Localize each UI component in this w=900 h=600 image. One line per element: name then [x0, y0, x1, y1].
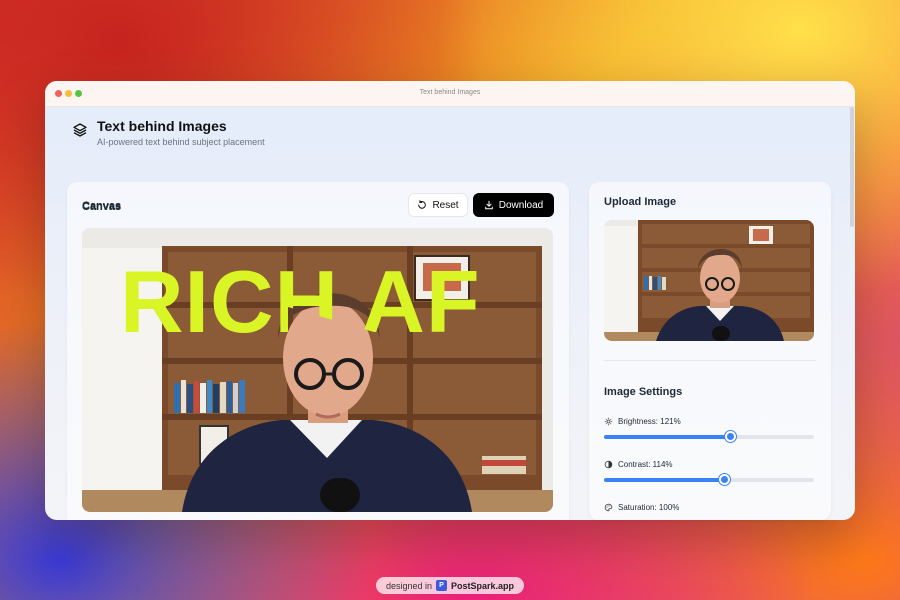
brightness-setting: Brightness: 121%: [604, 417, 681, 426]
download-button-label: Download: [498, 199, 544, 211]
reset-button-label: Reset: [432, 199, 459, 211]
upload-thumbnail: [604, 220, 814, 341]
contrast-slider[interactable]: [604, 474, 814, 485]
window-titlebar: Text behind Images: [45, 81, 855, 107]
upload-title: Upload Image: [604, 196, 677, 208]
contrast-label: Contrast: 114%: [618, 460, 673, 469]
window-title: Text behind Images: [419, 89, 481, 96]
badge-prefix: designed in: [385, 580, 432, 591]
contrast-setting: Contrast: 114%: [604, 460, 673, 469]
brightness-slider[interactable]: [604, 431, 814, 442]
download-button[interactable]: Download: [473, 193, 554, 217]
reset-button[interactable]: Reset: [408, 193, 468, 217]
palette-icon: [604, 503, 613, 512]
canvas-image[interactable]: RICH AF: [82, 228, 553, 512]
brightness-slider-thumb[interactable]: [725, 431, 736, 442]
reset-icon: [418, 200, 427, 209]
contrast-icon: [604, 460, 613, 469]
canvas-heading: Canvas: [82, 200, 122, 212]
contrast-slider-fill: [604, 478, 724, 482]
badge-brand: PostSpark.app: [451, 580, 515, 591]
layers-icon: [73, 123, 87, 137]
page-title: Text behind Images: [97, 118, 227, 134]
page-subtitle: AI-powered text behind subject placement: [97, 137, 265, 147]
settings-title: Image Settings: [604, 386, 683, 398]
postspark-logo-icon: P: [436, 580, 447, 591]
sidebar-divider: [604, 360, 816, 361]
brightness-slider-fill: [604, 435, 730, 439]
saturation-setting: Saturation: 100%: [604, 503, 679, 512]
sun-icon: [604, 417, 613, 426]
brightness-label: Brightness: 121%: [618, 417, 681, 426]
contrast-slider-thumb[interactable]: [718, 474, 730, 485]
saturation-label: Saturation: 100%: [618, 503, 680, 512]
scrollbar[interactable]: [850, 107, 854, 227]
upload-dropzone[interactable]: [604, 220, 814, 341]
download-icon: [484, 200, 493, 210]
postspark-badge[interactable]: designed in P PostSpark.app: [376, 577, 524, 594]
